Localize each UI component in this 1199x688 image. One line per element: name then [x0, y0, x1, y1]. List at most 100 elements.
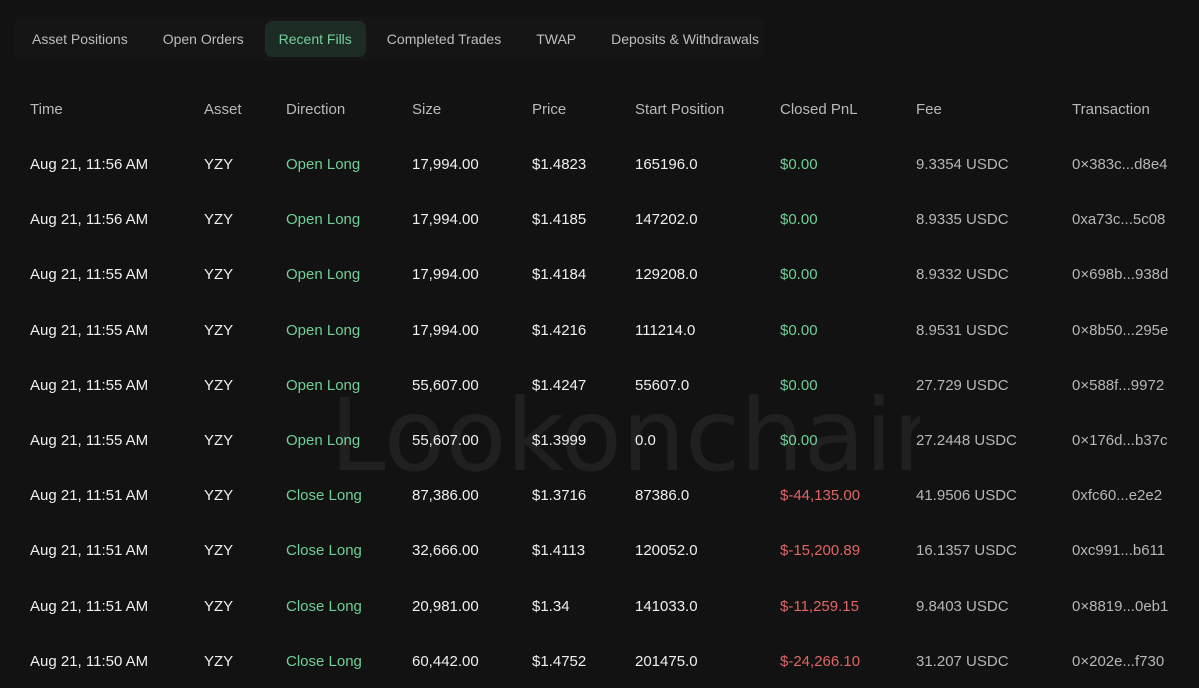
header-direction[interactable]: Direction — [286, 90, 345, 130]
row-closed-pnl: $0.00 — [780, 156, 818, 173]
row-direction: Open Long — [286, 432, 361, 449]
header-price[interactable]: Price — [532, 90, 566, 130]
table-row[interactable]: Aug 21, 11:55 AM YZY Open Long 17,994.00 $1.… — [0, 255, 1199, 295]
row-asset: YZY — [204, 211, 234, 229]
row-asset: YZY — [204, 321, 234, 339]
tab-completed-trades[interactable]: Completed Trades — [373, 21, 515, 57]
table-row[interactable]: Aug 21, 11:55 AM YZY Open Long 55,607.00 $1.… — [0, 366, 1199, 406]
row-closed-pnl: $0.00 — [780, 432, 818, 449]
row-size: 17,994.00 — [412, 211, 479, 229]
table-row[interactable]: Aug 21, 11:50 AM YZY Close Long 60,442.00 $1… — [0, 642, 1199, 682]
row-asset: YZY — [204, 432, 234, 449]
row-fee: 27.729 USDC — [916, 376, 1009, 394]
row-time: Aug 21, 11:51 AM — [30, 487, 149, 505]
table-row[interactable]: Aug 21, 11:51 AM YZY Close Long 87,386.00 $1… — [0, 476, 1199, 516]
tab-deposits-withdrawals[interactable]: Deposits & Withdrawals — [597, 21, 773, 57]
row-direction: Open Long — [286, 211, 361, 229]
row-size: 20,981.00 — [412, 597, 479, 615]
header-start-position[interactable]: Start Position — [635, 90, 724, 130]
row-size: 17,994.00 — [412, 156, 479, 173]
row-start-position: 147202.0 — [635, 211, 698, 229]
row-start-position: 165196.0 — [635, 156, 698, 173]
row-direction: Open Long — [286, 376, 361, 394]
row-direction: Close Long — [286, 542, 362, 560]
table-row[interactable]: Aug 21, 11:56 AM YZY Open Long 17,994.00 $1.… — [0, 145, 1199, 185]
table-header: Time Asset Direction Size Price Start Po… — [0, 90, 1199, 130]
row-transaction-link[interactable]: 0×383c...d8e4 — [1072, 145, 1168, 185]
row-asset: YZY — [204, 597, 234, 615]
row-asset: YZY — [204, 542, 234, 560]
row-size: 17,994.00 — [412, 266, 479, 284]
row-asset: YZY — [204, 376, 234, 394]
row-start-position: 201475.0 — [635, 652, 698, 670]
tab-asset-positions[interactable]: Asset Positions — [18, 21, 142, 57]
table-row[interactable]: Aug 21, 11:55 AM YZY Open Long 17,994.00 $1.… — [0, 311, 1199, 351]
row-direction: Close Long — [286, 652, 362, 670]
row-direction: Open Long — [286, 266, 361, 284]
row-fee: 8.9531 USDC — [916, 321, 1009, 339]
header-asset[interactable]: Asset — [204, 90, 242, 130]
row-closed-pnl: $0.00 — [780, 321, 818, 339]
row-price: $1.34 — [532, 597, 570, 615]
row-closed-pnl: $-15,200.89 — [780, 542, 861, 560]
row-time: Aug 21, 11:55 AM — [30, 376, 149, 394]
table-row[interactable]: Aug 21, 11:56 AM YZY Open Long 17,994.00 $1.… — [0, 200, 1199, 240]
row-price: $1.4752 — [532, 652, 587, 670]
row-transaction-link[interactable]: 0×588f...9972 — [1072, 366, 1164, 406]
row-time: Aug 21, 11:55 AM — [30, 266, 149, 284]
row-fee: 9.3354 USDC — [916, 156, 1009, 173]
table-row[interactable]: Aug 21, 11:51 AM YZY Close Long 32,666.00 $1… — [0, 531, 1199, 571]
row-size: 17,994.00 — [412, 321, 479, 339]
row-transaction-link[interactable]: 0×698b...938d — [1072, 255, 1168, 295]
header-fee[interactable]: Fee — [916, 90, 942, 130]
row-time: Aug 21, 11:51 AM — [30, 542, 149, 560]
row-transaction-link[interactable]: 0×8b50...295e — [1072, 311, 1168, 351]
row-start-position: 111214.0 — [635, 321, 696, 339]
tab-twap[interactable]: TWAP — [522, 21, 590, 57]
row-transaction-link[interactable]: 0xc991...b611 — [1072, 531, 1165, 571]
row-transaction-link[interactable]: 0×202e...f730 — [1072, 642, 1164, 682]
row-time: Aug 21, 11:51 AM — [30, 597, 149, 615]
header-size[interactable]: Size — [412, 90, 441, 130]
row-transaction-link[interactable]: 0xfc60...e2e2 — [1072, 476, 1162, 516]
row-direction: Close Long — [286, 487, 362, 505]
row-closed-pnl: $0.00 — [780, 211, 818, 229]
row-time: Aug 21, 11:56 AM — [30, 156, 149, 173]
row-price: $1.4216 — [532, 321, 587, 339]
row-fee: 9.8403 USDC — [916, 597, 1009, 615]
tab-recent-fills[interactable]: Recent Fills — [264, 21, 366, 57]
row-transaction-link[interactable]: 0×8819...0eb1 — [1072, 587, 1168, 627]
row-fee: 31.207 USDC — [916, 652, 1009, 670]
header-transaction[interactable]: Transaction — [1072, 90, 1150, 130]
row-direction: Open Long — [286, 321, 361, 339]
row-transaction-link[interactable]: 0×176d...b37c — [1072, 421, 1168, 461]
row-fee: 8.9332 USDC — [916, 266, 1009, 284]
header-closed-pnl[interactable]: Closed PnL — [780, 90, 858, 130]
row-asset: YZY — [204, 156, 234, 173]
row-fee: 8.9335 USDC — [916, 211, 1009, 229]
row-price: $1.3716 — [532, 487, 587, 505]
table-row[interactable]: Aug 21, 11:55 AM YZY Open Long 55,607.00 $1.… — [0, 421, 1199, 461]
row-fee: 16.1357 USDC — [916, 542, 1017, 560]
row-time: Aug 21, 11:55 AM — [30, 321, 149, 339]
row-direction: Open Long — [286, 156, 361, 173]
row-fee: 41.9506 USDC — [916, 487, 1017, 505]
row-closed-pnl: $0.00 — [780, 376, 818, 394]
row-asset: YZY — [204, 266, 234, 284]
row-transaction-link[interactable]: 0xa73c...5c08 — [1072, 200, 1165, 240]
table-row[interactable]: Aug 21, 11:51 AM YZY Close Long 20,981.00 $1… — [0, 587, 1199, 627]
row-size: 55,607.00 — [412, 376, 479, 394]
row-size: 60,442.00 — [412, 652, 479, 670]
row-price: $1.3999 — [532, 432, 587, 449]
row-closed-pnl: $-11,259.15 — [780, 597, 859, 615]
row-price: $1.4823 — [532, 156, 587, 173]
row-start-position: 129208.0 — [635, 266, 698, 284]
tab-open-orders[interactable]: Open Orders — [149, 21, 258, 57]
row-asset: YZY — [204, 652, 234, 670]
row-price: $1.4247 — [532, 376, 587, 394]
row-closed-pnl: $0.00 — [780, 266, 818, 284]
row-time: Aug 21, 11:55 AM — [30, 432, 149, 449]
header-time[interactable]: Time — [30, 90, 63, 130]
row-closed-pnl: $-24,266.10 — [780, 652, 861, 670]
row-fee: 27.2448 USDC — [916, 432, 1017, 449]
